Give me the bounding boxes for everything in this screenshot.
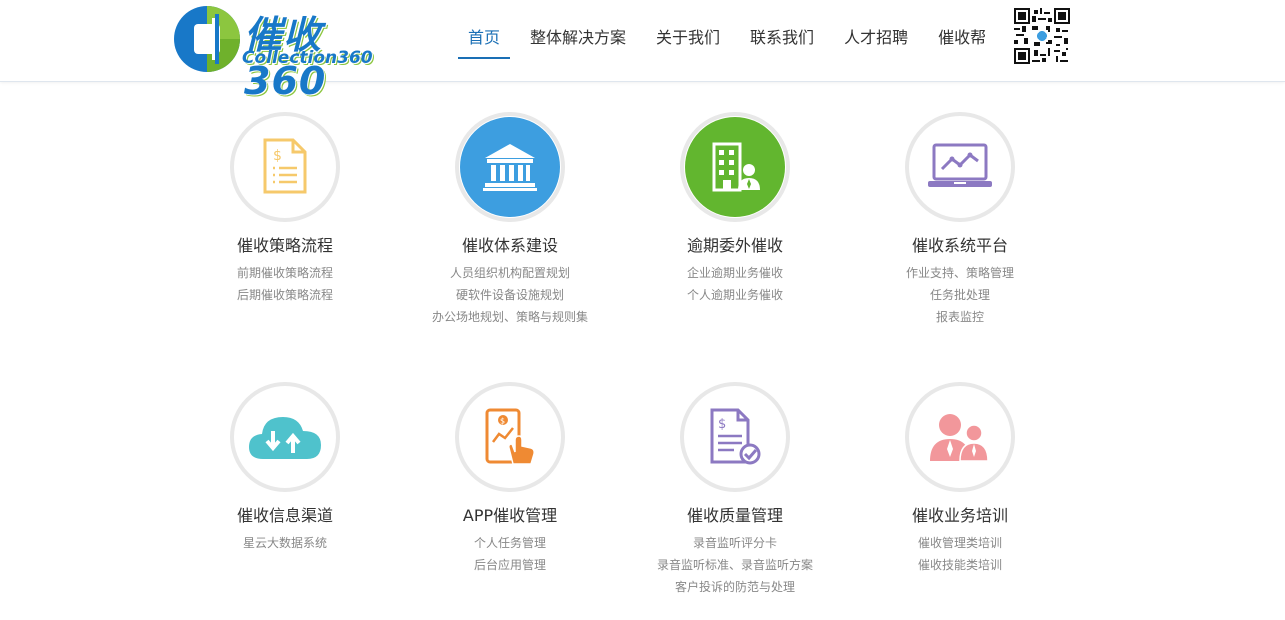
card-title: 逾期委外催收 <box>686 236 783 255</box>
card-line: 客户投诉的防范与处理 <box>674 580 795 594</box>
document-dollar-icon: $ <box>263 138 307 194</box>
service-grid: $ 催收策略流程 前期催收策略流程 后期催收策略流程 催收体系建设 人员组织机构… <box>0 0 1285 620</box>
svg-text:$: $ <box>500 417 505 426</box>
card-icon-circle <box>680 112 790 222</box>
card-title: 催收信息渠道 <box>236 506 333 525</box>
card-icon-circle: $ <box>680 382 790 492</box>
card-title: APP催收管理 <box>462 506 558 525</box>
cloud-transfer-icon <box>249 417 321 459</box>
card-icon-circle <box>905 382 1015 492</box>
laptop-chart-icon <box>928 143 992 187</box>
card-line: 作业支持、策略管理 <box>905 266 1014 280</box>
svg-text:$: $ <box>273 148 282 164</box>
card-line: 后期催收策略流程 <box>236 288 333 302</box>
card-line: 星云大数据系统 <box>242 536 327 550</box>
card-title: 催收质量管理 <box>686 506 783 525</box>
card-line: 个人逾期业务催收 <box>686 288 783 302</box>
card-icon-circle <box>905 112 1015 222</box>
card-line: 催收管理类培训 <box>917 536 1002 550</box>
card-line: 任务批处理 <box>929 288 990 302</box>
card-line: 催收技能类培训 <box>917 558 1002 572</box>
card-line: 办公场地规划、策略与规则集 <box>431 310 588 324</box>
card-line: 录音监听评分卡 <box>692 536 777 550</box>
card-title: 催收系统平台 <box>911 236 1008 255</box>
card-line: 人员组织机构配置规划 <box>449 266 570 280</box>
people-training-icon <box>930 414 989 462</box>
card-line: 企业逾期业务催收 <box>686 266 783 280</box>
document-check-icon: $ <box>710 408 761 465</box>
card-icon-circle <box>230 382 340 492</box>
card-icon-circle: $ <box>455 382 565 492</box>
card-title: 催收策略流程 <box>236 236 333 255</box>
card-icon-circle: $ <box>230 112 340 222</box>
card-title: 催收体系建设 <box>461 236 558 255</box>
bank-building-icon <box>483 144 537 191</box>
card-line: 硬软件设备设施规划 <box>455 288 564 302</box>
card-title: 催收业务培训 <box>911 506 1008 525</box>
card-line: 报表监控 <box>935 310 984 324</box>
office-building-person-icon <box>712 142 760 192</box>
svg-text:$: $ <box>718 417 726 432</box>
phone-app-icon: $ <box>485 408 535 465</box>
card-line: 录音监听标准、录音监听方案 <box>656 558 813 572</box>
card-line: 后台应用管理 <box>473 558 546 572</box>
card-line: 前期催收策略流程 <box>236 266 333 280</box>
card-line: 个人任务管理 <box>473 536 546 550</box>
card-icon-circle <box>455 112 565 222</box>
